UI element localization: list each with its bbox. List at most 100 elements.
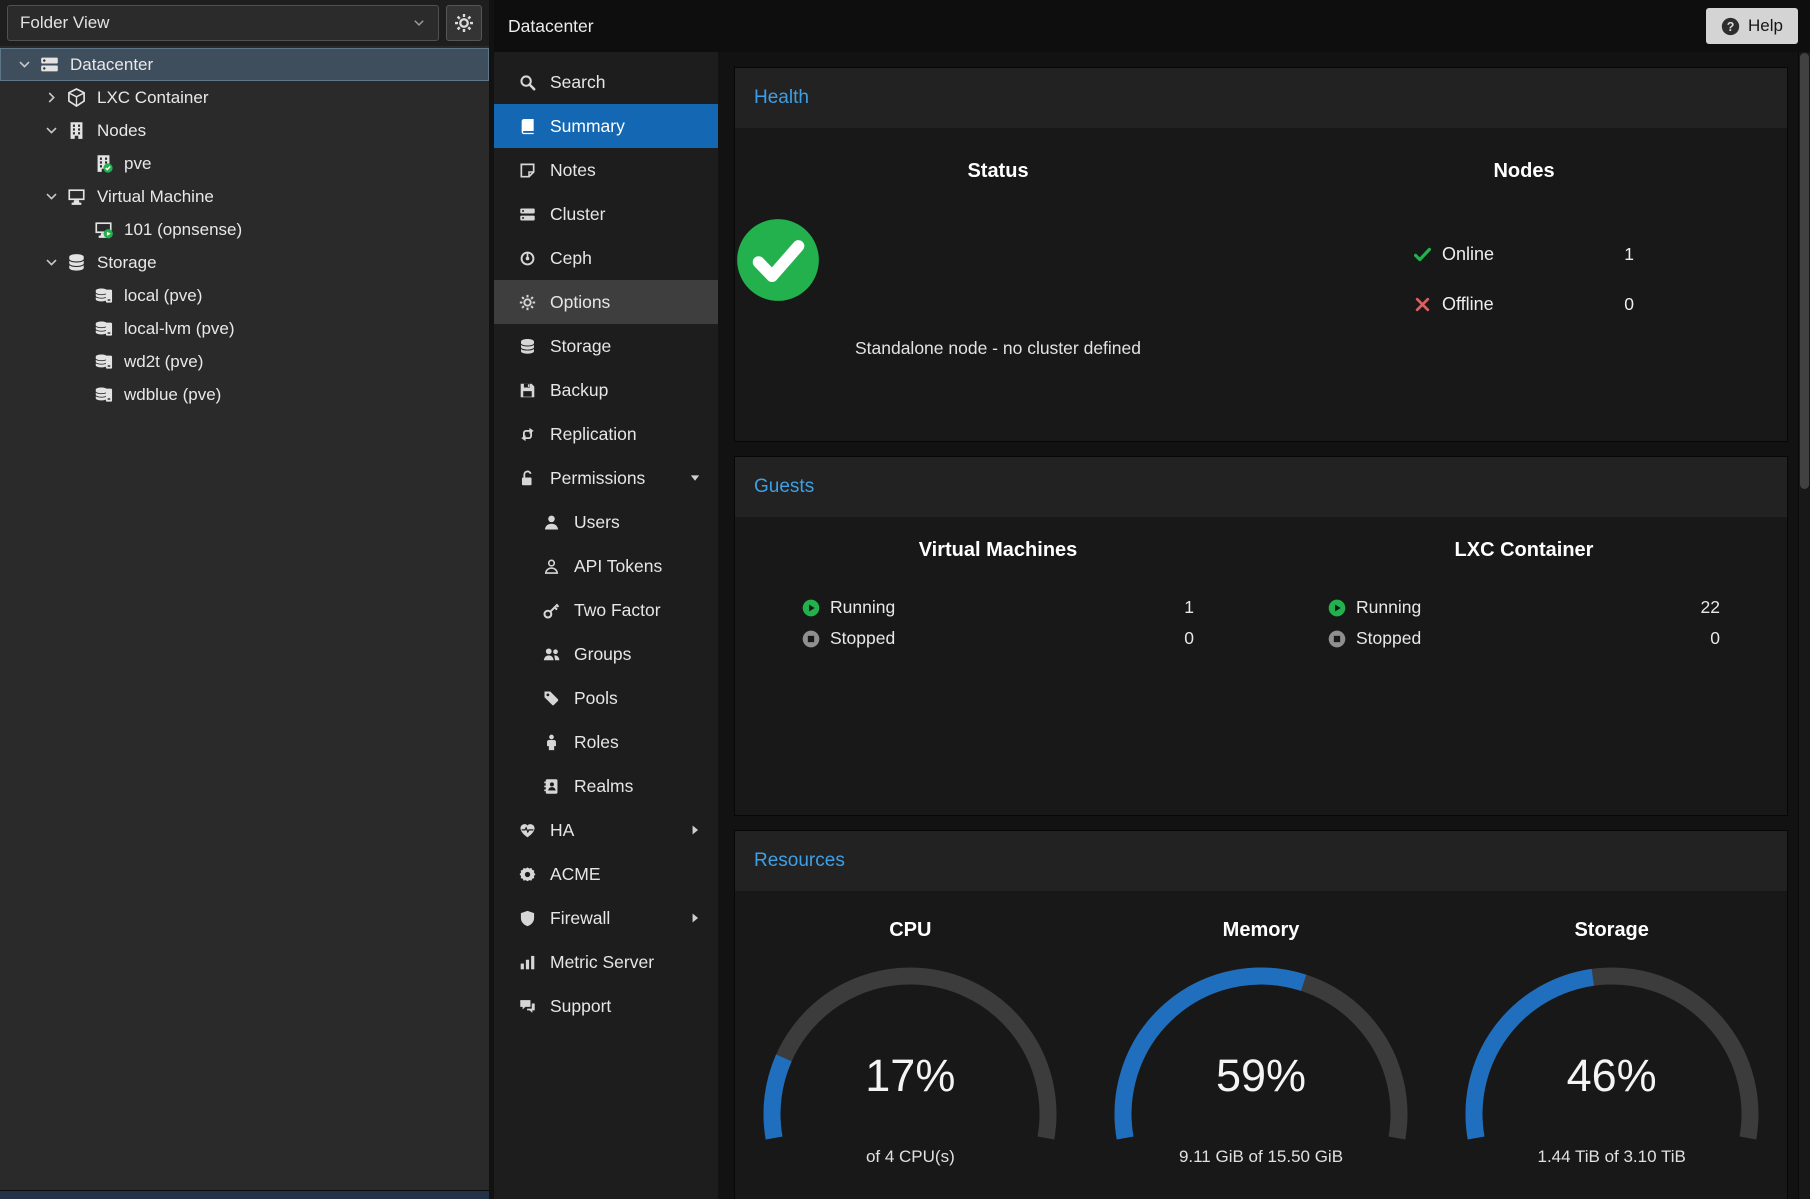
- menu-item-two-factor[interactable]: Two Factor: [494, 588, 718, 632]
- guest-column-virtual-machines: Virtual MachinesRunning1Stopped0: [735, 517, 1261, 815]
- caret-right-icon: [688, 823, 702, 837]
- menu-item-ha[interactable]: HA: [494, 808, 718, 852]
- play-circle-icon: [802, 599, 820, 617]
- caret-expanded-icon[interactable]: [11, 57, 37, 72]
- status-heading: Status: [735, 160, 1261, 183]
- tags-icon: [541, 690, 562, 707]
- note-icon: [517, 162, 538, 179]
- guest-status-rows: Running1Stopped0: [802, 592, 1194, 654]
- guest-status-value: 22: [1701, 597, 1720, 618]
- menu-item-search[interactable]: Search: [494, 60, 718, 104]
- stop-circle-icon: [1328, 630, 1346, 648]
- stop-circle-icon: [802, 630, 820, 648]
- content-header: Datacenter ? Help: [494, 0, 1810, 52]
- menu-item-summary[interactable]: Summary: [494, 104, 718, 148]
- shield-icon: [517, 910, 538, 927]
- menu-item-firewall[interactable]: Firewall: [494, 896, 718, 940]
- tree-item-wdblue-pve[interactable]: wdblue (pve): [0, 378, 489, 411]
- tree-settings-button[interactable]: [446, 5, 482, 41]
- node-status-value: 0: [1624, 294, 1634, 315]
- gauge-value: 17%: [740, 1050, 1080, 1102]
- menu-item-options[interactable]: Options: [494, 280, 718, 324]
- gauge-value: 46%: [1442, 1050, 1782, 1102]
- gauge-cpu: CPU17%of 4 CPU(s): [735, 905, 1086, 1199]
- tree-item-datacenter[interactable]: Datacenter: [0, 48, 489, 81]
- tree-item-local-lvm-pve[interactable]: local-lvm (pve): [0, 312, 489, 345]
- database-icon: [517, 338, 538, 355]
- right-region: Datacenter ? Help SearchSummary Notes Clus…: [494, 0, 1810, 1199]
- database-icon: [64, 253, 88, 272]
- menu-item-label: Replication: [550, 424, 637, 445]
- health-panel-title: Health: [754, 87, 809, 109]
- key-icon: [541, 602, 562, 619]
- menu-item-label: ACME: [550, 864, 601, 885]
- menu-item-pools[interactable]: Pools: [494, 676, 718, 720]
- cross-icon: [1414, 296, 1431, 313]
- tree-item-nodes[interactable]: Nodes: [0, 114, 489, 147]
- tree-item-lxc-container[interactable]: LXC Container: [0, 81, 489, 114]
- tree-item-pve[interactable]: pve: [0, 147, 489, 180]
- view-mode-value: Folder View: [20, 13, 109, 33]
- nodes-rows: Online1Offline0: [1414, 239, 1634, 319]
- menu-item-acme[interactable]: ACME: [494, 852, 718, 896]
- menu-item-permissions[interactable]: Permissions: [494, 456, 718, 500]
- menu-item-cluster[interactable]: Cluster: [494, 192, 718, 236]
- storage-disk-icon: [91, 319, 115, 338]
- menu-item-label: Firewall: [550, 908, 610, 929]
- search-icon: [517, 74, 538, 91]
- floppy-icon: [517, 382, 538, 399]
- caret-expanded-icon[interactable]: [38, 123, 64, 138]
- gear-icon: [517, 294, 538, 311]
- tree-item-storage[interactable]: Storage: [0, 246, 489, 279]
- tree-item-virtual-machine[interactable]: Virtual Machine: [0, 180, 489, 213]
- menu-item-ceph[interactable]: Ceph: [494, 236, 718, 280]
- retweet-icon: [517, 426, 538, 443]
- check-circle-icon: [735, 217, 821, 303]
- menu-item-roles[interactable]: Roles: [494, 720, 718, 764]
- page-title: Datacenter: [508, 16, 594, 37]
- menu-item-label: Backup: [550, 380, 608, 401]
- gauge-title: CPU: [735, 919, 1086, 942]
- gauge-storage: Storage46%1.44 TiB of 3.10 TiB: [1436, 905, 1787, 1199]
- menu-item-groups[interactable]: Groups: [494, 632, 718, 676]
- server-icon: [37, 55, 61, 74]
- guest-status-row-running: Running1: [802, 592, 1194, 623]
- view-mode-select[interactable]: Folder View: [7, 5, 439, 41]
- menu-item-backup[interactable]: Backup: [494, 368, 718, 412]
- menu-item-label: Notes: [550, 160, 596, 181]
- tree-item-local-pve[interactable]: local (pve): [0, 279, 489, 312]
- menu-item-support[interactable]: Support: [494, 984, 718, 1028]
- menu-item-metric-server[interactable]: Metric Server: [494, 940, 718, 984]
- nodes-column: Nodes Online1Offline0: [1261, 128, 1787, 441]
- content-scrollbar[interactable]: [1798, 52, 1810, 1199]
- scrollbar-thumb[interactable]: [1800, 53, 1809, 489]
- menu-item-replication[interactable]: Replication: [494, 412, 718, 456]
- nodes-heading: Nodes: [1261, 160, 1787, 183]
- caret-expanded-icon[interactable]: [38, 255, 64, 270]
- check-icon: [1414, 246, 1431, 263]
- menu-item-api-tokens[interactable]: API Tokens: [494, 544, 718, 588]
- guest-status-value: 0: [1184, 628, 1194, 649]
- resources-panel-title: Resources: [754, 850, 845, 872]
- tree-item-101-opnsense[interactable]: 101 (opnsense): [0, 213, 489, 246]
- menu-item-notes[interactable]: Notes: [494, 148, 718, 192]
- menu-item-storage[interactable]: Storage: [494, 324, 718, 368]
- guests-panel-title: Guests: [754, 476, 814, 498]
- cluster-icon: [517, 206, 538, 223]
- tree-item-wd2t-pve[interactable]: wd2t (pve): [0, 345, 489, 378]
- guest-status-value: 0: [1710, 628, 1720, 649]
- caret-expanded-icon[interactable]: [38, 189, 64, 204]
- svg-text:?: ?: [1727, 19, 1735, 33]
- storage-disk-icon: [91, 286, 115, 305]
- log-panel-splitter[interactable]: [0, 1190, 489, 1199]
- help-button[interactable]: ? Help: [1706, 8, 1798, 44]
- gear-icon: [454, 13, 474, 33]
- menu-item-realms[interactable]: Realms: [494, 764, 718, 808]
- menu-item-users[interactable]: Users: [494, 500, 718, 544]
- menu-item-label: Options: [550, 292, 610, 313]
- users-icon: [541, 646, 562, 663]
- guest-column-lxc-container: LXC ContainerRunning22Stopped0: [1261, 517, 1787, 815]
- caret-collapsed-icon[interactable]: [38, 90, 64, 105]
- node-status-row-online: Online1: [1414, 239, 1634, 269]
- guests-panel-header: Guests: [735, 457, 1787, 517]
